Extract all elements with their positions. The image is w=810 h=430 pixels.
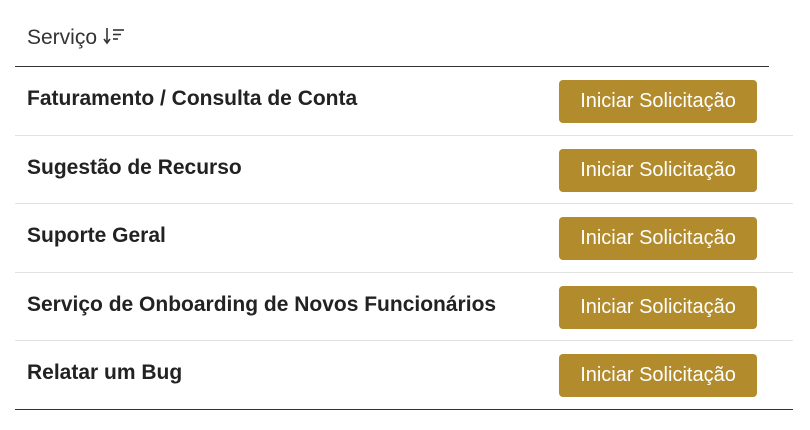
table-row: Faturamento / Consulta de Conta Iniciar …	[15, 67, 793, 136]
table-row: Suporte Geral Iniciar Solicitação	[15, 204, 793, 273]
table-row: Relatar um Bug Iniciar Solicitação	[15, 341, 793, 410]
service-title: Relatar um Bug	[27, 361, 183, 384]
table-row: Serviço de Onboarding de Novos Funcionár…	[15, 273, 793, 341]
table-body: Faturamento / Consulta de Conta Iniciar …	[15, 67, 793, 410]
table-row: Sugestão de Recurso Iniciar Solicitação	[15, 136, 793, 204]
start-request-button[interactable]: Iniciar Solicitação	[559, 148, 757, 192]
start-request-button[interactable]: Iniciar Solicitação	[559, 285, 757, 329]
start-request-button[interactable]: Iniciar Solicitação	[559, 354, 757, 397]
service-column-label: Serviço	[27, 26, 98, 49]
table-header: Serviço	[15, 0, 769, 67]
service-list: Serviço Faturamento / Consulta de Conta …	[0, 0, 810, 430]
service-title: Sugestão de Recurso	[27, 155, 242, 179]
start-request-button[interactable]: Iniciar Solicitação	[559, 217, 757, 260]
sort-descending-icon[interactable]	[103, 27, 125, 45]
service-title: Faturamento / Consulta de Conta	[27, 87, 358, 110]
service-title: Suporte Geral	[27, 224, 166, 247]
service-title: Serviço de Onboarding de Novos Funcionár…	[27, 292, 497, 316]
start-request-button[interactable]: Iniciar Solicitação	[559, 80, 757, 123]
service-column-header[interactable]: Serviço	[27, 26, 125, 50]
